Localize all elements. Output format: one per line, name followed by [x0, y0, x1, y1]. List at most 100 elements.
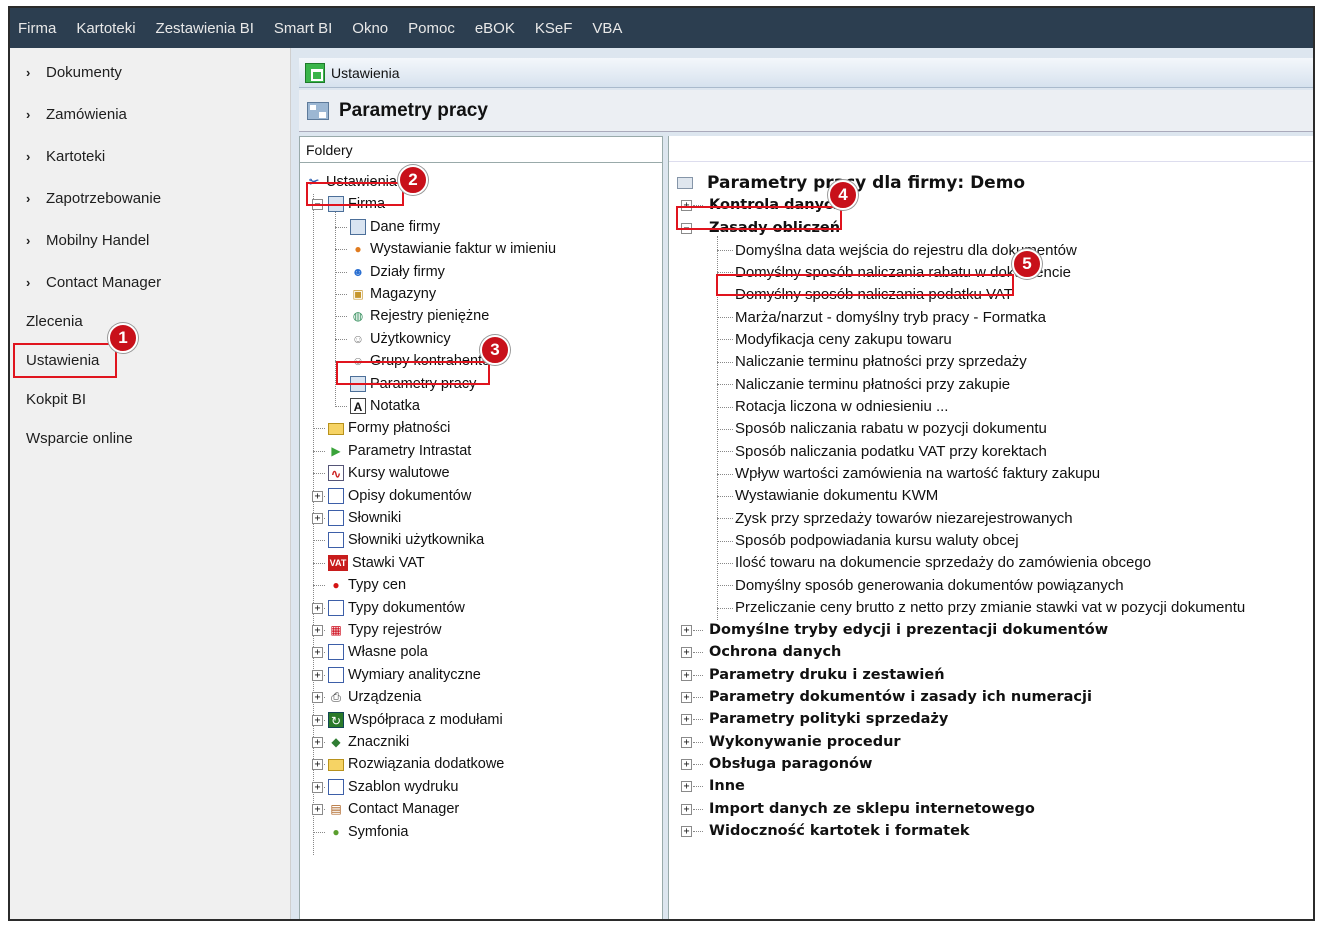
param-item-marza-narzut-domyslny-tryb-pracy-formatk[interactable]: Marża/narzut - domyślny tryb pracy - For…	[735, 307, 1046, 327]
expand-toggle-icon[interactable]: +	[681, 647, 692, 659]
expand-toggle-icon[interactable]: +	[681, 759, 692, 771]
tree-line	[313, 831, 325, 833]
expand-toggle-icon[interactable]: +	[312, 781, 323, 793]
tree-item-slowniki-uzytkownika[interactable]: Słowniki użytkownika	[328, 530, 484, 550]
menu-firma[interactable]: Firma	[18, 20, 56, 37]
tree-item-rozwiazania-dodatkowe[interactable]: Rozwiązania dodatkowe	[328, 754, 504, 774]
param-item-sposob-podpowiadania-kursu-waluty-obcej[interactable]: Sposób podpowiadania kursu waluty obcej	[735, 531, 1019, 551]
param-item-sposob-naliczania-rabatu-w-pozycji-dokum[interactable]: Sposób naliczania rabatu w pozycji dokum…	[735, 419, 1047, 439]
menu-ebok[interactable]: eBOK	[475, 20, 515, 37]
tree-item-stawki-vat[interactable]: VAT Stawki VAT	[328, 553, 425, 573]
param-group-obsluga-paragonow[interactable]: Obsługa paragonów	[709, 754, 872, 774]
param-group-import-danych-ze-sklepu-internetowego[interactable]: Import danych ze sklepu internetowego	[709, 799, 1035, 819]
sidebar-item-dokumenty[interactable]: › Dokumenty	[26, 64, 122, 81]
param-item-zysk-przy-sprzedazy-towarow-niezarejestr[interactable]: Zysk przy sprzedaży towarów niezarejestr…	[735, 508, 1073, 528]
expand-toggle-icon[interactable]: +	[312, 490, 323, 502]
expand-toggle-icon[interactable]: +	[312, 647, 323, 659]
menu-zestawienia-bi[interactable]: Zestawienia BI	[156, 20, 254, 37]
tree-item-kursy-walutowe-label: Kursy walutowe	[348, 465, 450, 482]
expand-toggle-icon[interactable]: +	[681, 692, 692, 704]
tree-item-magazyny[interactable]: ▣ Magazyny	[350, 284, 436, 304]
sidebar-item-kokpit-bi[interactable]: Kokpit BI	[26, 391, 86, 408]
menu-ksef[interactable]: KSeF	[535, 20, 573, 37]
menu-pomoc[interactable]: Pomoc	[408, 20, 455, 37]
param-item-rotacja-liczona-w-odniesieniu[interactable]: Rotacja liczona w odniesieniu ...	[735, 397, 948, 417]
tree-item-typy-cen-label: Typy cen	[348, 577, 407, 594]
tree-item-kursy-walutowe[interactable]: ∿ Kursy walutowe	[328, 463, 450, 483]
expand-toggle-icon[interactable]: +	[312, 513, 323, 524]
expand-toggle-icon[interactable]: +	[681, 714, 692, 726]
main-content: Ustawienia Parametry pracy Foldery ✂ Usta…	[291, 48, 1313, 919]
tree-item-rejestry-pieniezne[interactable]: ◍ Rejestry pieniężne	[350, 306, 490, 326]
expand-toggle-icon[interactable]: +	[681, 803, 692, 815]
expand-toggle-icon[interactable]: +	[681, 669, 692, 681]
tree-item-slowniki[interactable]: Słowniki	[328, 508, 401, 528]
expand-toggle-icon[interactable]: +	[681, 736, 692, 748]
tree-item-typy-cen[interactable]: ● Typy cen	[328, 575, 406, 595]
expand-toggle-icon[interactable]: +	[312, 714, 323, 726]
param-group-inne[interactable]: Inne	[709, 776, 745, 796]
param-group-parametry-dokumentow-i-zasady-ich-numera[interactable]: Parametry dokumentów i zasady ich numera…	[709, 687, 1092, 707]
sidebar-item-zlecenia[interactable]: Zlecenia	[26, 313, 83, 330]
tree-item-formy-platnosci[interactable]: Formy płatności	[328, 418, 450, 438]
param-item-domyslny-sposob-generowania-dokumentow-p[interactable]: Domyślny sposób generowania dokumentów p…	[735, 575, 1124, 595]
expand-toggle-icon[interactable]: +	[312, 625, 323, 636]
tree-item-parametry-intrastat[interactable]: ▶ Parametry Intrastat	[328, 441, 471, 461]
highlight-rect-parametry-pracy	[336, 361, 490, 385]
menu-kartoteki[interactable]: Kartoteki	[76, 20, 135, 37]
param-group-wykonywanie-procedur[interactable]: Wykonywanie procedur	[709, 732, 901, 752]
param-item-wystawianie-dokumentu-kwm[interactable]: Wystawianie dokumentu KWM	[735, 486, 938, 506]
tree-line	[717, 473, 733, 475]
tree-item-notatka[interactable]: A Notatka	[350, 396, 420, 416]
expand-toggle-icon[interactable]: +	[312, 737, 323, 748]
param-item-przeliczanie-ceny-brutto-z-netto-przy-zm[interactable]: Przeliczanie ceny brutto z netto przy zm…	[735, 598, 1245, 618]
param-item-modyfikacja-ceny-zakupu-towaru[interactable]: Modyfikacja ceny zakupu towaru	[735, 329, 952, 349]
tree-item-wymiary-analityczne[interactable]: Wymiary analityczne	[328, 665, 481, 685]
tree-item-typy-rejestrow[interactable]: ▦ Typy rejestrów	[328, 620, 441, 640]
tree-item-urzadzenia[interactable]: ⎙ Urządzenia	[328, 687, 421, 707]
expand-toggle-icon[interactable]: +	[312, 759, 323, 771]
param-item-wplyw-wartosci-zamowienia-na-wartosc-fak[interactable]: Wpływ wartości zamówienia na wartość fak…	[735, 464, 1100, 484]
tree-item-typy-dokumentow[interactable]: Typy dokumentów	[328, 598, 465, 618]
tree-item-urzadzenia-label: Urządzenia	[348, 689, 422, 706]
sidebar-item-zamowienia[interactable]: › Zamówienia	[26, 106, 127, 123]
menu-vba[interactable]: VBA	[592, 20, 622, 37]
sidebar-item-wsparcie-online[interactable]: Wsparcie online	[26, 430, 133, 447]
sidebar-item-contact-manager[interactable]: › Contact Manager	[26, 274, 161, 291]
param-item-naliczanie-terminu-platnosci-przy-zakupi[interactable]: Naliczanie terminu płatności przy zakupi…	[735, 374, 1010, 394]
tree-item-dzialy-firmy[interactable]: ☻ Działy firmy	[350, 262, 445, 282]
tree-item-uzytkownicy[interactable]: ☺ Użytkownicy	[350, 329, 451, 349]
tree-item-opisy-dokumentow[interactable]: Opisy dokumentów	[328, 486, 471, 506]
tree-line	[693, 674, 703, 676]
tree-item-contact-manager[interactable]: ▤ Contact Manager	[328, 799, 459, 819]
param-group-parametry-druku-i-zestawien[interactable]: Parametry druku i zestawień	[709, 665, 945, 685]
param-group-ochrona-danych[interactable]: Ochrona danych	[709, 642, 841, 662]
tree-item-wlasne-pola[interactable]: Własne pola	[328, 642, 428, 662]
expand-toggle-icon[interactable]: +	[312, 669, 323, 681]
param-group-widocznosc-kartotek-i-formatek[interactable]: Widoczność kartotek i formatek	[709, 821, 970, 841]
expand-toggle-icon[interactable]: +	[312, 804, 323, 816]
param-item-ilosc-towaru-na-dokumencie-sprzedazy-do-[interactable]: Ilość towaru na dokumencie sprzedaży do …	[735, 553, 1151, 573]
tree-item-magazyny-label: Magazyny	[370, 286, 437, 302]
param-group-domyslne-tryby-edycji-i-prezentacji-doku[interactable]: Domyślne tryby edycji i prezentacji doku…	[709, 620, 1108, 640]
expand-toggle-icon[interactable]: +	[312, 692, 323, 704]
param-item-naliczanie-terminu-platnosci-przy-sprzed[interactable]: Naliczanie terminu płatności przy sprzed…	[735, 352, 1027, 372]
param-item-sposob-naliczania-podatku-vat-przy-korek[interactable]: Sposób naliczania podatku VAT przy korek…	[735, 441, 1047, 461]
menu-smart-bi[interactable]: Smart BI	[274, 20, 332, 37]
tree-item-dzialy-firmy-label: Działy firmy	[370, 263, 445, 280]
menu-okno[interactable]: Okno	[352, 20, 388, 37]
sidebar-item-mobilny-handel[interactable]: › Mobilny Handel	[26, 232, 149, 249]
sidebar-item-kartoteki[interactable]: › Kartoteki	[26, 148, 105, 165]
tree-item-wystawianie-faktur-w-imieniu[interactable]: ● Wystawianie faktur w imieniu	[350, 239, 556, 259]
tree-item-szablon-wydruku[interactable]: Szablon wydruku	[328, 777, 458, 797]
tree-item-znaczniki[interactable]: ◆ Znaczniki	[328, 732, 409, 752]
tree-item-symfonia[interactable]: ● Symfonia	[328, 822, 408, 842]
expand-toggle-icon[interactable]: +	[681, 826, 692, 838]
sidebar-item-zapotrzebowanie[interactable]: › Zapotrzebowanie	[26, 190, 161, 207]
expand-toggle-icon[interactable]: +	[681, 781, 692, 793]
param-group-parametry-polityki-sprzedazy[interactable]: Parametry polityki sprzedaży	[709, 709, 948, 729]
expand-toggle-icon[interactable]: +	[312, 602, 323, 614]
tree-item-wspolpraca-z-modulami[interactable]: ↻ Współpraca z modułami	[328, 710, 503, 730]
tree-item-dane-firmy[interactable]: Dane firmy	[350, 217, 440, 237]
expand-toggle-icon[interactable]: +	[681, 625, 692, 636]
